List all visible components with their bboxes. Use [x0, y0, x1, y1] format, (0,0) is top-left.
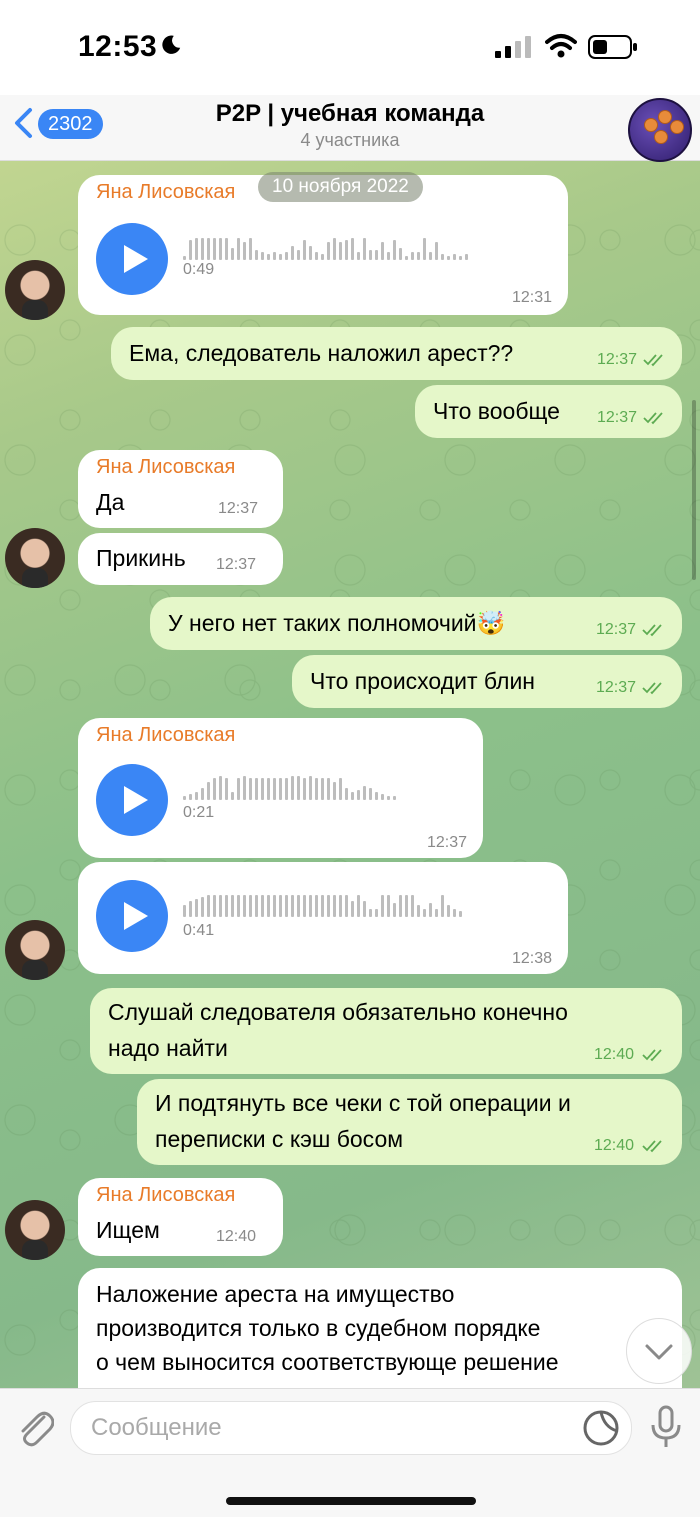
wifi-icon	[545, 34, 577, 58]
avatar[interactable]	[5, 920, 65, 980]
sender-name: Яна Лисовская	[96, 181, 236, 203]
status-bar: 12:53	[0, 0, 700, 95]
moon-icon	[162, 35, 181, 54]
message-text-line: И подтянуть все чеки с той операции и	[155, 1090, 571, 1116]
voice-duration: 0:49	[183, 261, 215, 278]
message-text: Что вообще	[433, 398, 560, 424]
message-text: Ема, следователь наложил арест??	[129, 340, 514, 366]
message-input[interactable]: Сообщение	[70, 1401, 632, 1455]
message-text: Прикинь	[96, 545, 186, 571]
message-time: 12:40	[594, 1137, 635, 1154]
voice-duration: 0:41	[183, 922, 215, 939]
voice-duration: 0:21	[183, 804, 215, 821]
sticker-icon[interactable]	[582, 1409, 620, 1447]
message-input-placeholder: Сообщение	[91, 1414, 222, 1441]
message-bubble[interactable]: Яна Лисовская Ищем 12:40	[78, 1178, 283, 1256]
voice-waveform[interactable]	[183, 770, 396, 800]
status-time: 12:53	[78, 30, 158, 63]
chat-subtitle: 4 участника	[300, 130, 400, 150]
message-time: 12:40	[594, 1046, 635, 1063]
play-icon[interactable]	[96, 764, 168, 836]
read-ticks-icon	[642, 1049, 662, 1062]
message-time: 12:37	[218, 500, 259, 517]
scroll-to-bottom-button[interactable]	[626, 1318, 692, 1384]
read-ticks-icon	[642, 1140, 662, 1153]
signal-icon	[495, 36, 531, 58]
message-bubble[interactable]: Яна Лисовская 0:21 12:37	[78, 718, 483, 858]
sender-name: Яна Лисовская	[96, 1184, 236, 1206]
message-text-line: о чем выносится соответствующе решение	[96, 1349, 559, 1375]
group-avatar[interactable]	[628, 98, 692, 162]
chat-title[interactable]: P2P | учебная команда	[0, 100, 700, 128]
voice-waveform[interactable]	[183, 887, 462, 917]
message-bubble[interactable]: Яна Лисовская Да 12:37	[78, 450, 283, 528]
message-text-line: производится только в судебном порядке	[96, 1315, 541, 1341]
message-bubble[interactable]: И подтянуть все чеки с той операции и пе…	[137, 1079, 682, 1165]
message-bubble[interactable]: Прикинь 12:37	[78, 533, 283, 585]
message-time: 12:37	[597, 351, 638, 368]
read-ticks-icon	[642, 682, 662, 695]
sender-name: Яна Лисовская	[96, 456, 236, 478]
message-text-line: надо найти	[108, 1035, 228, 1061]
message-time: 12:37	[597, 409, 638, 426]
telegram-chat-screen: 12:53 2302 P2P | учебная команда 4 участ…	[0, 0, 700, 1517]
message-text: У него нет таких полномочий🤯	[168, 610, 506, 636]
message-bubble[interactable]: Что вообще 12:37	[415, 385, 682, 438]
message-time: 12:40	[216, 1228, 257, 1245]
avatar[interactable]	[5, 260, 65, 320]
chevron-down-icon	[645, 1344, 673, 1360]
scrollbar[interactable]	[692, 400, 696, 580]
sender-name: Яна Лисовская	[96, 724, 236, 746]
message-text-line: Слушай следователя обязательно конечно	[108, 999, 568, 1025]
avatar[interactable]	[5, 528, 65, 588]
message-time: 12:31	[511, 289, 552, 306]
chat-header: 2302 P2P | учебная команда 4 участника	[0, 95, 700, 162]
battery-icon	[588, 35, 637, 59]
message-time: 12:37	[216, 556, 257, 573]
voice-waveform[interactable]	[183, 230, 468, 260]
message-time: 12:38	[511, 950, 552, 967]
read-ticks-icon	[643, 354, 663, 367]
composer-bar: Сообщение	[0, 1388, 700, 1517]
message-bubble[interactable]: Ема, следователь наложил арест?? 12:37	[111, 327, 682, 380]
message-text: Что происходит блин	[310, 668, 536, 694]
message-bubble[interactable]: 0:41 12:38	[78, 862, 568, 974]
date-pill: 10 ноября 2022	[258, 172, 423, 202]
message-time: 12:37	[426, 834, 467, 851]
message-bubble[interactable]: Слушай следователя обязательно конечно н…	[90, 988, 682, 1074]
message-time: 12:37	[596, 621, 637, 638]
avatar[interactable]	[5, 1200, 65, 1260]
message-bubble[interactable]: Что происходит блин 12:37	[292, 655, 682, 708]
read-ticks-icon	[643, 412, 663, 425]
mic-icon[interactable]	[650, 1405, 682, 1449]
message-text: Ищем	[96, 1217, 160, 1243]
message-text-line: Наложение ареста на имущество	[96, 1281, 455, 1307]
message-bubble[interactable]: У него нет таких полномочий🤯 12:37	[150, 597, 682, 650]
paperclip-icon[interactable]	[14, 1407, 54, 1449]
play-icon[interactable]	[96, 880, 168, 952]
message-time: 12:37	[596, 679, 637, 696]
play-icon[interactable]	[96, 223, 168, 295]
read-ticks-icon	[642, 624, 662, 637]
home-indicator	[226, 1497, 476, 1505]
message-text: Да	[96, 489, 125, 515]
message-text-line: переписки с кэш босом	[155, 1126, 404, 1152]
